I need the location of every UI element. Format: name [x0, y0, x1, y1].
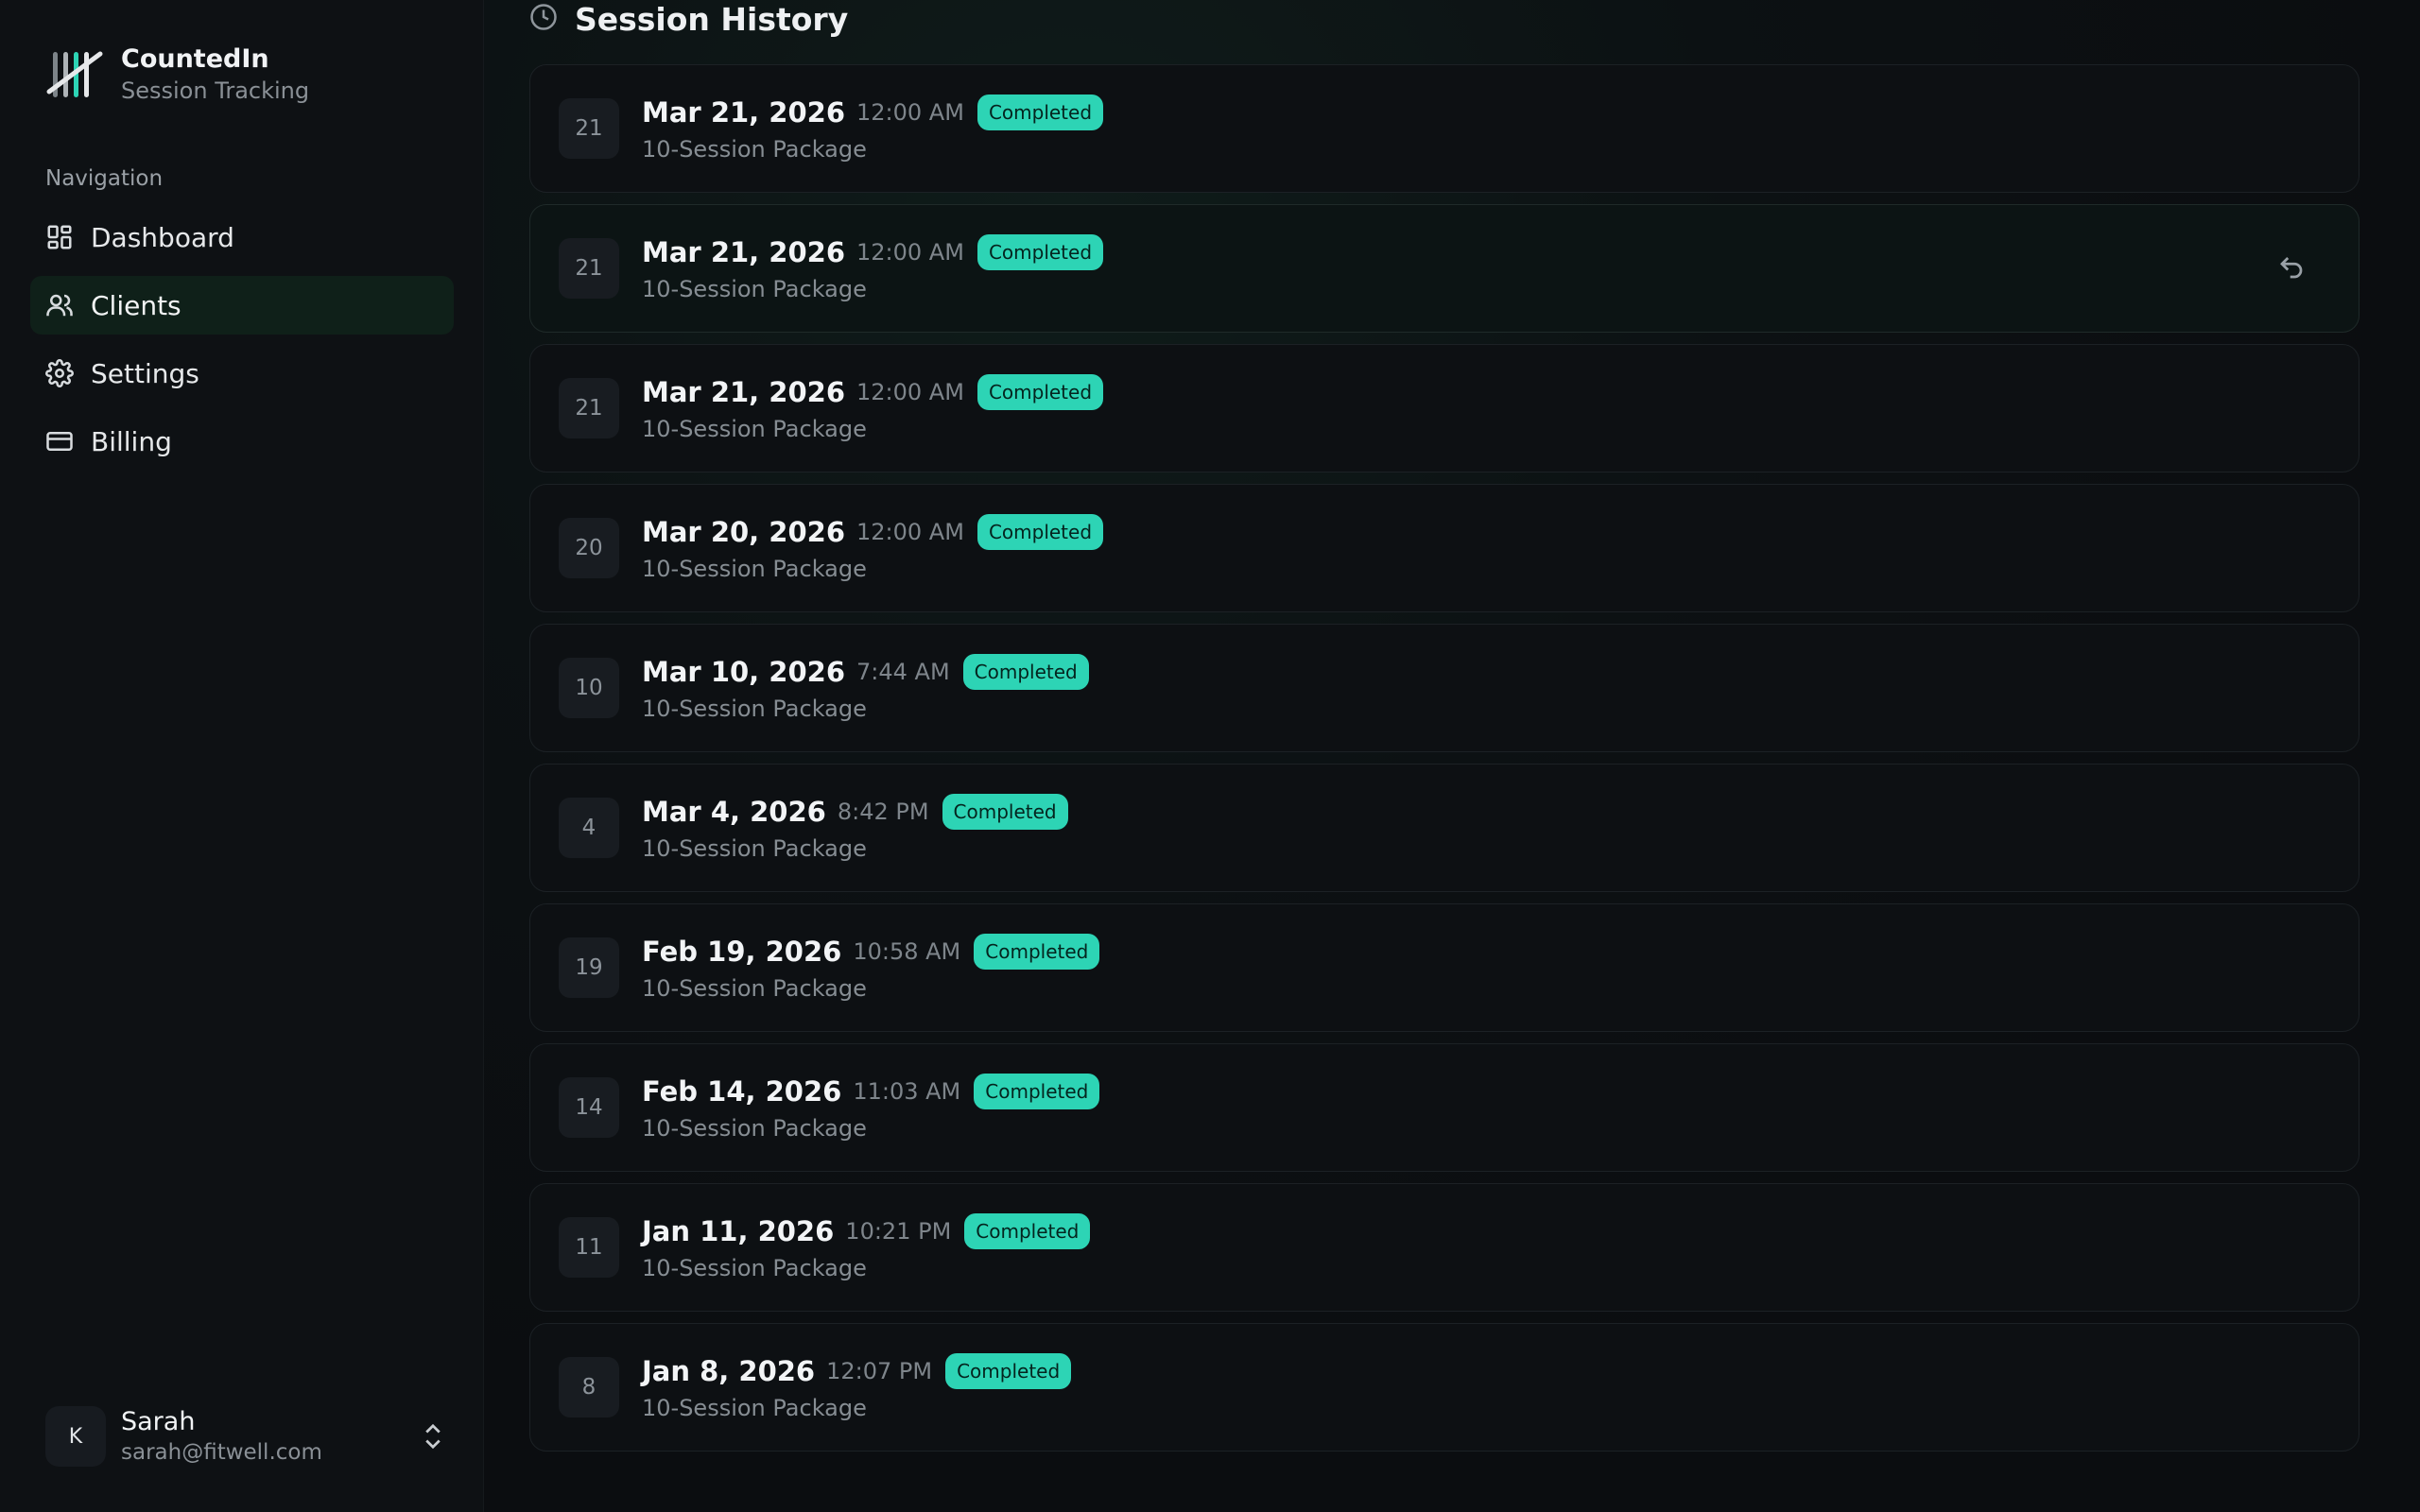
session-date: Mar 21, 2026: [642, 236, 846, 268]
session-time: 12:00 AM: [856, 99, 964, 126]
day-badge: 21: [559, 378, 619, 438]
user-menu[interactable]: K Sarah sarah@fitwell.com: [45, 1406, 446, 1467]
user-name: Sarah: [121, 1407, 196, 1436]
session-row[interactable]: 19 Feb 19, 2026 10:58 AM Completed 10-Se…: [529, 903, 2360, 1032]
session-row[interactable]: 21 Mar 21, 2026 12:00 AM Completed 10-Se…: [529, 344, 2360, 472]
status-badge: Completed: [974, 1074, 1100, 1109]
dashboard-icon: [45, 223, 74, 251]
day-badge: 20: [559, 518, 619, 578]
session-time: 12:00 AM: [856, 379, 964, 405]
brand-subtitle: Session Tracking: [121, 77, 310, 104]
session-row[interactable]: 21 Mar 21, 2026 12:00 AM Completed 10-Se…: [529, 64, 2360, 193]
session-time: 12:07 PM: [826, 1358, 933, 1384]
session-row[interactable]: 21 Mar 21, 2026 12:00 AM Completed 10-Se…: [529, 204, 2360, 333]
day-badge: 11: [559, 1217, 619, 1278]
status-badge: Completed: [945, 1353, 1072, 1389]
day-badge: 19: [559, 937, 619, 998]
section-header: Session History: [529, 0, 848, 38]
session-date: Mar 21, 2026: [642, 96, 846, 129]
user-email: sarah@fitwell.com: [121, 1440, 322, 1465]
session-row[interactable]: 11 Jan 11, 2026 10:21 PM Completed 10-Se…: [529, 1183, 2360, 1312]
session-time: 10:58 AM: [853, 938, 961, 965]
tally-logo-icon: [45, 44, 106, 105]
session-package: 10-Session Package: [642, 556, 867, 582]
session-date: Mar 10, 2026: [642, 656, 846, 688]
day-badge: 10: [559, 658, 619, 718]
brand[interactable]: CountedIn Session Tracking: [45, 43, 309, 106]
session-date: Mar 20, 2026: [642, 516, 846, 548]
app-root: CountedIn Session Tracking Navigation Da…: [0, 0, 2420, 1512]
session-time: 10:21 PM: [845, 1218, 952, 1245]
sidebar-item-label: Clients: [91, 289, 182, 321]
session-row[interactable]: 8 Jan 8, 2026 12:07 PM Completed 10-Sess…: [529, 1323, 2360, 1452]
session-package: 10-Session Package: [642, 1395, 867, 1421]
status-badge: Completed: [977, 374, 1104, 410]
day-badge: 14: [559, 1077, 619, 1138]
day-badge: 21: [559, 98, 619, 159]
section-title: Session History: [575, 0, 849, 38]
sidebar-item-settings[interactable]: Settings: [30, 344, 454, 403]
session-list: 21 Mar 21, 2026 12:00 AM Completed 10-Se…: [529, 64, 2360, 1463]
session-package: 10-Session Package: [642, 1115, 867, 1142]
undo-icon[interactable]: [2277, 253, 2308, 284]
session-date: Mar 21, 2026: [642, 376, 846, 408]
sidebar-item-label: Settings: [91, 357, 199, 389]
session-date: Feb 14, 2026: [642, 1075, 842, 1108]
sidebar-item-billing[interactable]: Billing: [30, 412, 454, 471]
session-date: Jan 8, 2026: [642, 1355, 816, 1387]
day-badge: 8: [559, 1357, 619, 1418]
session-package: 10-Session Package: [642, 835, 867, 862]
sidebar-item-label: Billing: [91, 425, 172, 457]
clock-icon: [529, 3, 558, 35]
status-badge: Completed: [977, 94, 1104, 130]
sidebar-item-dashboard[interactable]: Dashboard: [30, 208, 454, 266]
session-date: Mar 4, 2026: [642, 796, 826, 828]
nav-heading: Navigation: [45, 166, 164, 191]
session-row[interactable]: 10 Mar 10, 2026 7:44 AM Completed 10-Ses…: [529, 624, 2360, 752]
session-date: Feb 19, 2026: [642, 936, 842, 968]
gear-icon: [45, 359, 74, 387]
sidebar-item-clients[interactable]: Clients: [30, 276, 454, 335]
status-badge: Completed: [977, 514, 1104, 550]
day-badge: 4: [559, 798, 619, 858]
status-badge: Completed: [974, 934, 1100, 970]
session-package: 10-Session Package: [642, 975, 867, 1002]
session-package: 10-Session Package: [642, 696, 867, 722]
status-badge: Completed: [977, 234, 1104, 270]
session-time: 12:00 AM: [856, 519, 964, 545]
session-time: 7:44 AM: [856, 659, 950, 685]
session-package: 10-Session Package: [642, 136, 867, 163]
session-row[interactable]: 4 Mar 4, 2026 8:42 PM Completed 10-Sessi…: [529, 764, 2360, 892]
status-badge: Completed: [962, 654, 1089, 690]
session-time: 12:00 AM: [856, 239, 964, 266]
avatar: K: [45, 1406, 106, 1467]
users-icon: [45, 291, 74, 319]
session-date: Jan 11, 2026: [642, 1215, 835, 1247]
status-badge: Completed: [964, 1213, 1091, 1249]
sidebar: CountedIn Session Tracking Navigation Da…: [0, 0, 484, 1512]
credit-card-icon: [45, 427, 74, 455]
chevrons-up-down-icon[interactable]: [420, 1419, 446, 1453]
main-content: Session History 21 Mar 21, 2026 12:00 AM…: [484, 0, 2420, 1512]
session-package: 10-Session Package: [642, 416, 867, 442]
session-package: 10-Session Package: [642, 1255, 867, 1281]
sidebar-item-label: Dashboard: [91, 221, 234, 253]
sidebar-nav: Dashboard Clients Settings Billing: [30, 208, 454, 480]
session-time: 11:03 AM: [853, 1078, 961, 1105]
status-badge: Completed: [942, 794, 1068, 830]
session-package: 10-Session Package: [642, 276, 867, 302]
brand-name: CountedIn: [121, 44, 269, 74]
session-row[interactable]: 14 Feb 14, 2026 11:03 AM Completed 10-Se…: [529, 1043, 2360, 1172]
session-time: 8:42 PM: [837, 799, 929, 825]
session-row[interactable]: 20 Mar 20, 2026 12:00 AM Completed 10-Se…: [529, 484, 2360, 612]
day-badge: 21: [559, 238, 619, 299]
